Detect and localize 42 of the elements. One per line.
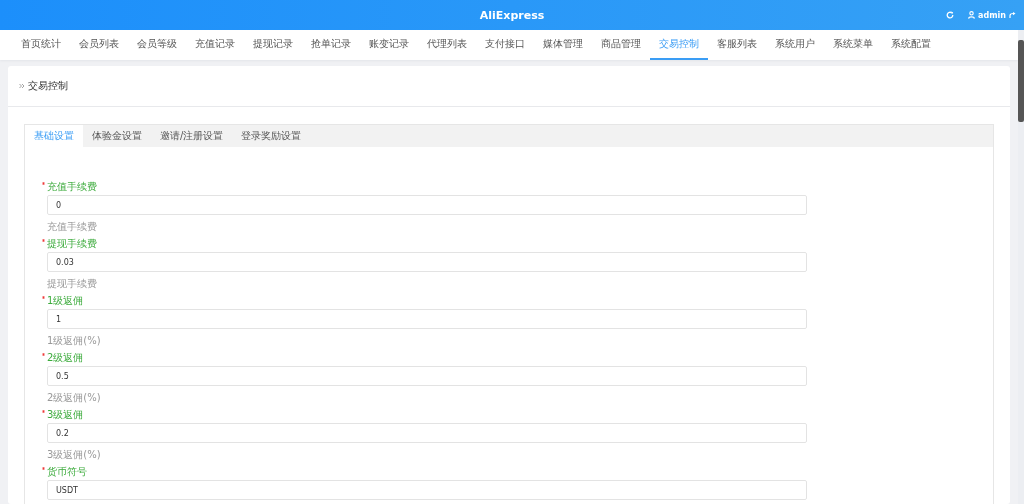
input-field[interactable]: 0	[47, 195, 807, 215]
field-label: 货币符号	[47, 466, 87, 478]
nav-tab[interactable]: 系统菜单	[824, 30, 882, 60]
nav-tab[interactable]: 系统配置	[882, 30, 940, 60]
app-title: AliExpress	[479, 8, 545, 22]
field-label: 3级返佣	[47, 409, 84, 421]
nav-tab[interactable]: 客服列表	[708, 30, 766, 60]
nav-tab[interactable]: 抢单记录	[302, 30, 360, 60]
logout-icon	[1009, 11, 1016, 19]
nav-tab[interactable]: 商品管理	[592, 30, 650, 60]
settings-tab[interactable]: 体验金设置	[83, 125, 151, 147]
input-field[interactable]: USDT	[47, 480, 807, 500]
nav-tab[interactable]: 媒体管理	[534, 30, 592, 60]
settings-tab[interactable]: 登录奖励设置	[232, 125, 311, 147]
input-field[interactable]: 0.03	[47, 252, 807, 272]
field-hint: 1级返佣(%)	[47, 335, 101, 347]
input-field[interactable]: 1	[47, 309, 807, 329]
nav-tab[interactable]: 代理列表	[418, 30, 476, 60]
chevron-icon	[19, 83, 25, 89]
nav-tab[interactable]: 支付接口	[476, 30, 534, 60]
nav-tab[interactable]: 系统用户	[766, 30, 824, 60]
field-label: 充值手续费	[47, 181, 97, 193]
nav-tab[interactable]: 提现记录	[244, 30, 302, 60]
settings-tab[interactable]: 邀请/注册设置	[151, 125, 233, 147]
refresh-icon[interactable]	[946, 11, 955, 19]
input-field[interactable]: 0.5	[47, 366, 807, 386]
scrollbar-thumb[interactable]	[1018, 40, 1024, 122]
input-field[interactable]: 0.2	[47, 423, 807, 443]
field-label: 1级返佣	[47, 295, 84, 307]
nav-tab[interactable]: 会员等级	[128, 30, 186, 60]
nav-tab[interactable]: 账变记录	[360, 30, 418, 60]
user-icon	[968, 11, 976, 19]
field-hint: 充值手续费	[47, 221, 97, 233]
field-label: 提现手续费	[47, 238, 97, 250]
field-label: 2级返佣	[47, 352, 84, 364]
nav-tab[interactable]: 充值记录	[186, 30, 244, 60]
breadcrumb-title: 交易控制	[28, 79, 68, 93]
nav-tab[interactable]: 首页统计	[12, 30, 70, 60]
field-hint: 2级返佣(%)	[47, 392, 101, 404]
field-hint: 3级返佣(%)	[47, 449, 101, 461]
nav-tab[interactable]: 会员列表	[70, 30, 128, 60]
field-hint: 提现手续费	[47, 278, 97, 290]
